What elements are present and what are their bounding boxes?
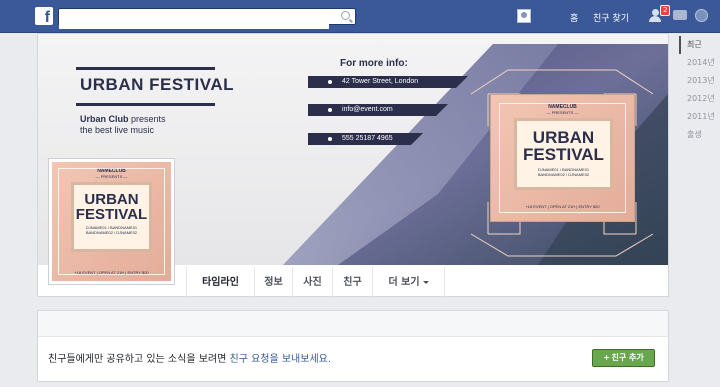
profile-poster-lineup2: BANDNAME02 / DJNAME02	[85, 230, 138, 235]
tab-more[interactable]: 더 보기	[372, 267, 445, 298]
poster-title-line2: FESTIVAL	[523, 145, 604, 164]
add-friend-button[interactable]: + 친구 추가	[592, 349, 655, 367]
location-pin-icon	[324, 76, 336, 88]
friend-requests-badge: 2	[660, 5, 671, 16]
profile-avatar-icon[interactable]	[517, 9, 531, 23]
profile-poster-inner: URBAN FESTIVAL DJNAME01 / BANDNAME01 BAN…	[74, 185, 149, 249]
year-item-2014[interactable]: 2014년	[679, 54, 719, 72]
tab-more-label: 더 보기	[388, 277, 420, 288]
mail-icon	[324, 104, 336, 116]
phone-icon	[324, 133, 336, 145]
add-friend-icon: +	[603, 353, 612, 362]
cover-title: URBAN FESTIVAL	[80, 75, 235, 94]
profile-header-card: URBAN FESTIVAL Urban Club presents the b…	[37, 33, 669, 298]
notifications-globe-icon[interactable]	[695, 9, 708, 22]
year-item-2011[interactable]: 2011년	[679, 108, 719, 126]
card-header-strip	[38, 311, 668, 337]
home-link[interactable]: 홈	[570, 11, 578, 24]
timeline-notice-card: 친구들에게만 공유하고 있는 소식을 보려면 친구 요청을 보내보세요. + 친…	[37, 310, 669, 382]
add-friend-label: 친구 추가	[611, 353, 644, 362]
search-input[interactable]	[59, 14, 329, 29]
search-box[interactable]	[58, 8, 356, 29]
tab-about[interactable]: 정보	[254, 267, 292, 298]
poster-inner: URBAN FESTIVAL DJNAME01 / BANDNAME01 BAN…	[517, 121, 610, 187]
address-text: 42 Tower Street, London	[342, 78, 419, 85]
top-navigation-bar: f 홈 친구 찾기 2	[0, 0, 720, 33]
tab-friends[interactable]: 친구	[332, 267, 372, 298]
poster-title-line1: URBAN	[532, 128, 595, 147]
profile-poster-title-line2: FESTIVAL	[75, 206, 148, 223]
profile-picture[interactable]: NAMECLUB — PRESENTS — URBAN FESTIVAL DJN…	[49, 159, 174, 284]
cover-poster: NAMECLUB — PRESENTS — URBAN FESTIVAL DJN…	[490, 94, 635, 222]
timeline-year-nav: 최근 2014년 2013년 2012년 2011년 출생	[679, 36, 719, 144]
messages-icon[interactable]	[673, 10, 687, 20]
notice-text: 친구들에게만 공유하고 있는 소식을 보려면	[48, 354, 230, 365]
title-rule-bottom	[76, 103, 215, 106]
phone-text: 555 25187 4965	[342, 135, 393, 142]
title-rule-top	[76, 67, 215, 70]
year-item-2013[interactable]: 2013년	[679, 72, 719, 90]
friends-only-notice: 친구들에게만 공유하고 있는 소식을 보려면 친구 요청을 보내보세요.	[48, 350, 331, 365]
cover-subtitle-line1: Urban Club presents	[80, 114, 166, 124]
club-name: Urban Club	[80, 114, 129, 124]
facebook-logo-icon[interactable]: f	[35, 7, 53, 26]
poster-lineup2: BANDNAME02 / DJNAME02	[537, 172, 590, 177]
profile-poster-footer: +18 EVENT | OPEN AT 21H | ENTRY $20	[74, 270, 149, 275]
find-friends-link[interactable]: 친구 찾기	[593, 11, 629, 24]
presents-text: presents	[128, 114, 166, 124]
search-icon[interactable]	[341, 11, 350, 20]
email-text: info@event.com	[342, 106, 393, 113]
chevron-down-icon	[422, 281, 429, 287]
send-friend-request-link[interactable]: 친구 요청을 보내보세요.	[230, 354, 332, 365]
poster-footer: +18 EVENT | OPEN AT 21H | ENTRY $20	[525, 204, 600, 209]
year-item-2012[interactable]: 2012년	[679, 90, 719, 108]
tab-photos[interactable]: 사진	[292, 267, 332, 298]
info-heading: For more info:	[340, 58, 408, 69]
profile-poster-title-line1: URBAN	[84, 191, 139, 208]
tab-timeline[interactable]: 타임라인	[186, 267, 254, 298]
year-item-recent[interactable]: 최근	[679, 36, 719, 54]
cover-subtitle-line2: the best live music	[80, 125, 155, 135]
year-item-born[interactable]: 출생	[679, 126, 719, 144]
